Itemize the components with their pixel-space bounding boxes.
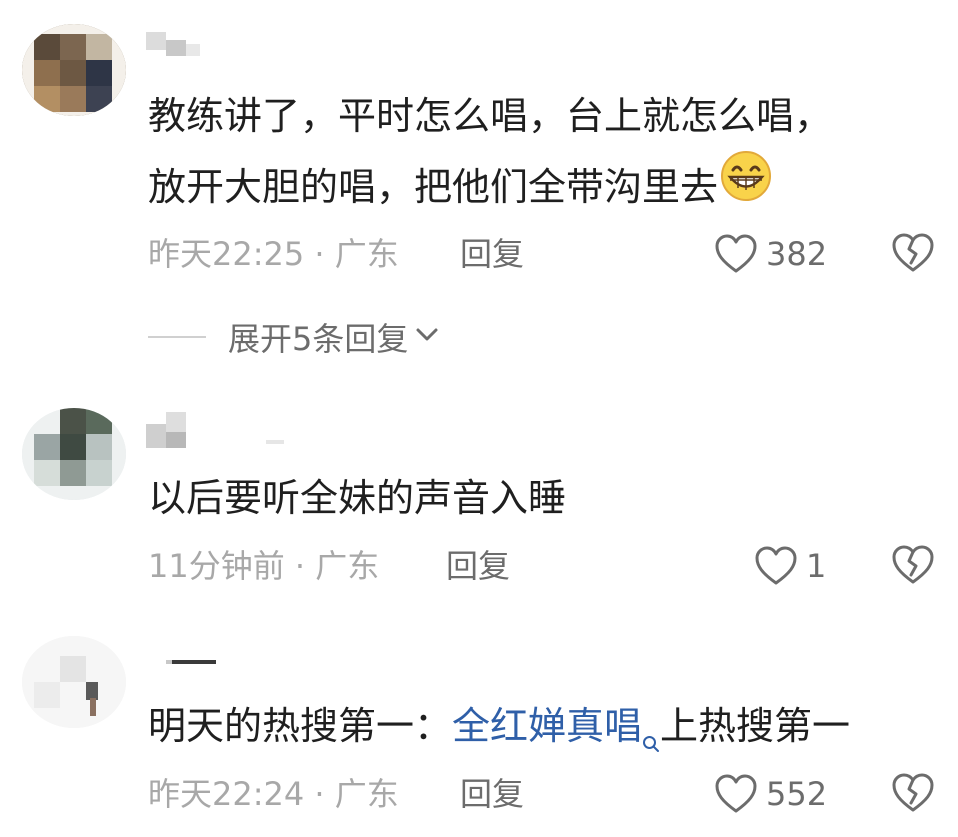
comment-location: 广东 (315, 547, 380, 585)
comment-meta: 昨天22:24 · 广东 (148, 774, 399, 814)
avatar[interactable] (22, 24, 126, 116)
comment-text: 放开大胆的唱，把他们全带沟里去 (148, 165, 719, 209)
heart-outline-icon (714, 233, 758, 275)
reply-button[interactable]: 回复 (460, 774, 524, 814)
comment-location: 广东 (334, 235, 399, 273)
username-blurred[interactable] (146, 650, 286, 690)
search-icon (642, 708, 660, 772)
comment-time: 11分钟前 (148, 547, 285, 585)
comment-text: 以后要听全妹的声音入睡 (148, 476, 567, 520)
dislike-button[interactable] (890, 772, 936, 818)
like-count: 1 (806, 547, 827, 585)
expand-replies-button[interactable]: 展开5条回复 (148, 312, 440, 362)
like-count: 552 (766, 775, 828, 813)
avatar[interactable] (22, 636, 126, 728)
like-button[interactable]: 1 (754, 544, 826, 588)
username-blurred[interactable] (146, 410, 286, 450)
broken-heart-icon (890, 233, 936, 278)
dislike-button[interactable] (890, 544, 936, 590)
comment-text-line-1: 教练讲了，平时怎么唱，台上就怎么唱， (148, 94, 833, 138)
like-button[interactable]: 382 (714, 232, 827, 276)
comment-time: 昨天22:24 (148, 775, 305, 813)
grinning-face-emoji-icon (720, 150, 772, 221)
comment-location: 广东 (334, 775, 399, 813)
broken-heart-icon (890, 545, 936, 590)
like-count: 382 (766, 235, 828, 273)
divider (148, 336, 206, 338)
comment-meta: 11分钟前 · 广东 (148, 546, 379, 586)
comment-text-line-2: 放开大胆的唱，把他们全带沟里去 (148, 151, 772, 225)
avatar[interactable] (22, 408, 126, 500)
meta-separator: · (314, 235, 325, 273)
reply-button[interactable]: 回复 (460, 234, 524, 274)
comment-time: 昨天22:25 (148, 235, 305, 273)
comment-text-suffix: 上热搜第一 (660, 704, 851, 748)
meta-separator: · (314, 775, 325, 813)
comment-meta: 昨天22:25 · 广东 (148, 234, 399, 274)
comment-text: 明天的热搜第一：全红婵真唱 上热搜第一 (148, 694, 850, 772)
broken-heart-icon (890, 773, 936, 818)
like-button[interactable]: 552 (714, 772, 827, 816)
chevron-down-icon (414, 325, 440, 349)
meta-separator: · (294, 547, 306, 585)
username-blurred[interactable] (146, 28, 286, 68)
expand-replies-label: 展开5条回复 (228, 320, 409, 358)
heart-outline-icon (754, 545, 798, 587)
hot-search-link[interactable]: 全红婵真唱 (452, 704, 660, 752)
dislike-button[interactable] (890, 232, 936, 278)
hot-search-link-label: 全红婵真唱 (452, 704, 643, 748)
comment-text-prefix: 明天的热搜第一： (148, 704, 453, 748)
heart-outline-icon (714, 773, 758, 815)
reply-button[interactable]: 回复 (446, 546, 510, 586)
